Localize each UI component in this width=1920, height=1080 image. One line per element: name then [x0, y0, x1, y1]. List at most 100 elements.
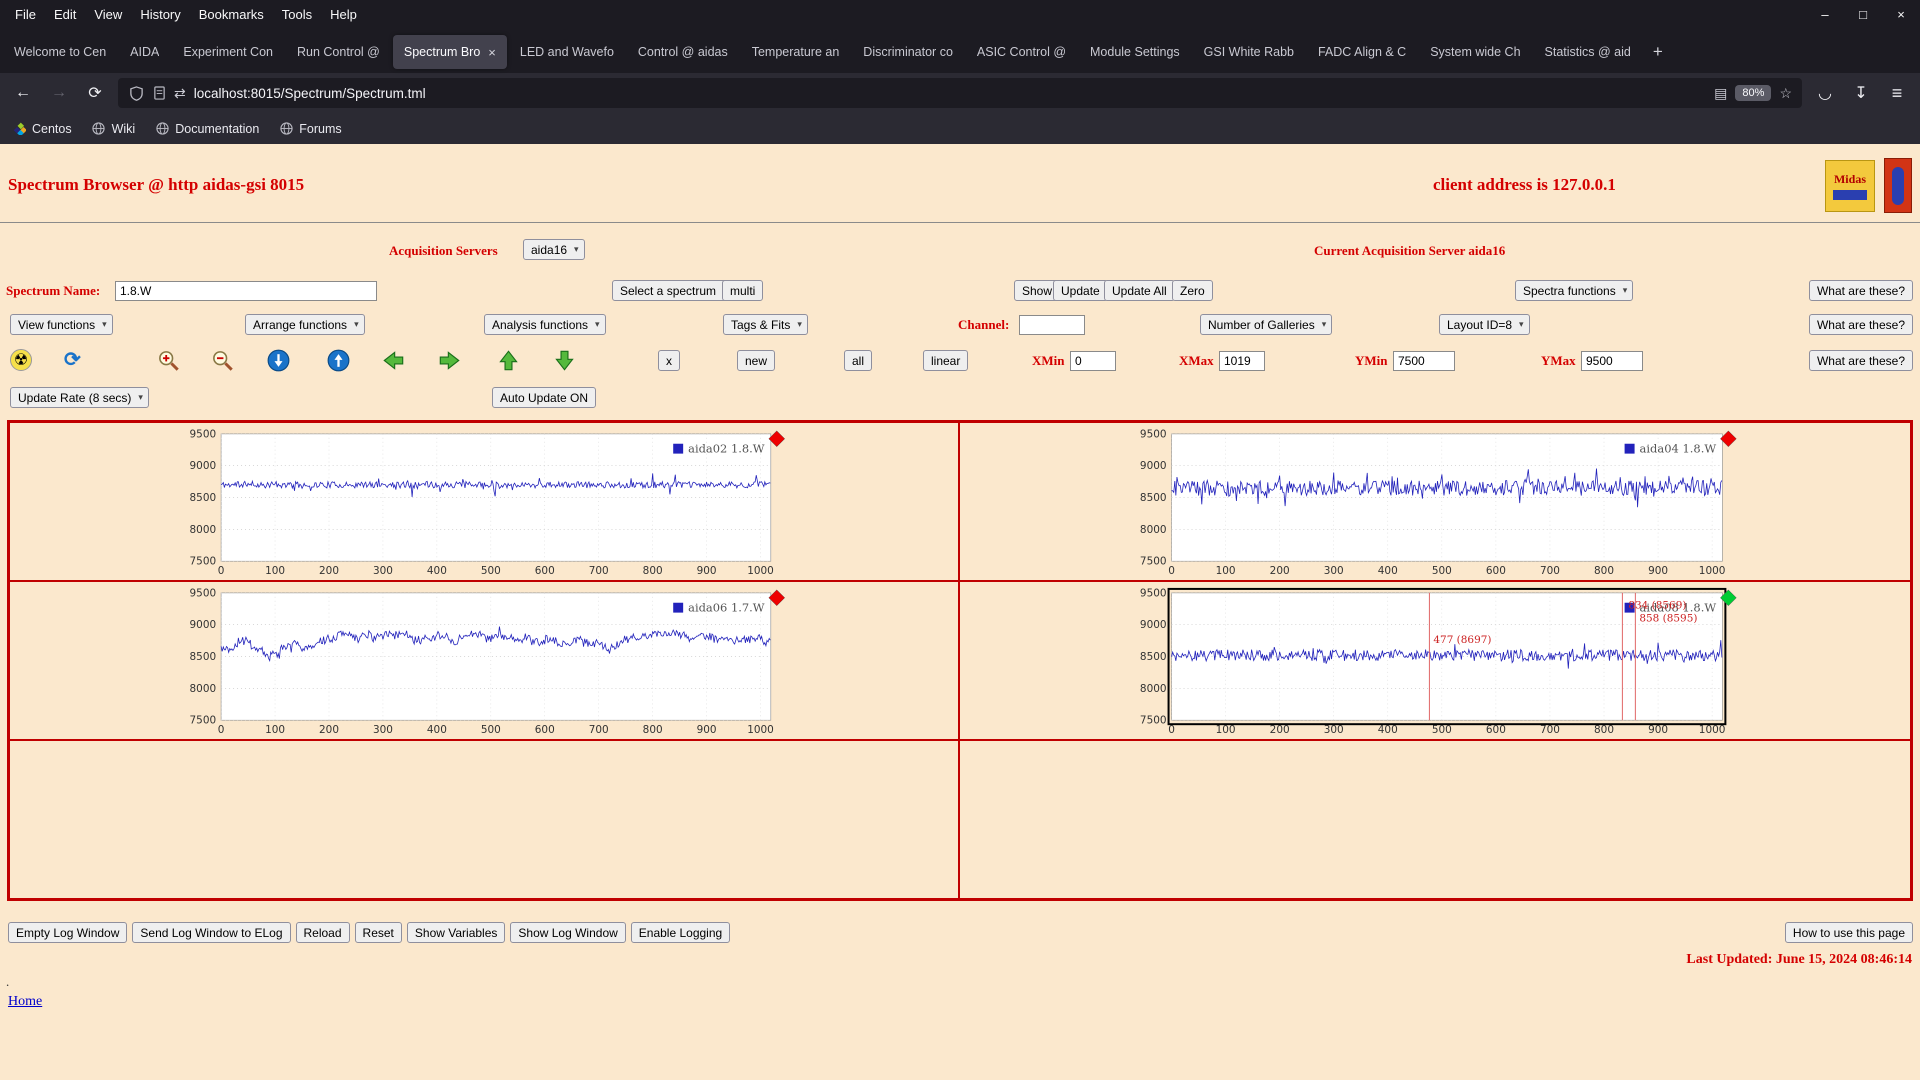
view-functions-dropdown[interactable]: View functions ▾: [10, 314, 113, 335]
menu-view[interactable]: View: [85, 3, 131, 26]
tab-system-wide[interactable]: System wide Ch: [1419, 35, 1531, 69]
linear-button[interactable]: linear: [923, 350, 968, 371]
channel-input[interactable]: [1019, 315, 1085, 335]
url-text[interactable]: localhost:8015/Spectrum/Spectrum.tml: [194, 86, 426, 101]
show-log-window-button[interactable]: Show Log Window: [510, 922, 625, 943]
how-to-use-button[interactable]: How to use this page: [1785, 922, 1913, 943]
gallery-panel-aida08[interactable]: 7500800085009000950001002003004005006007…: [959, 581, 1911, 740]
ymin-input[interactable]: [1393, 351, 1455, 371]
enable-logging-button[interactable]: Enable Logging: [631, 922, 730, 943]
auto-update-button[interactable]: Auto Update ON: [492, 387, 596, 408]
acquisition-server-select[interactable]: aida16 ▾: [523, 239, 585, 260]
what-are-these-button-2[interactable]: What are these?: [1809, 314, 1913, 335]
tracking-protection-shield-icon[interactable]: [128, 85, 144, 101]
expand-y-icon[interactable]: [266, 348, 290, 372]
tab-gsi-white-rabbit[interactable]: GSI White Rabb: [1193, 35, 1305, 69]
empty-log-window-button[interactable]: Empty Log Window: [8, 922, 127, 943]
minimize-icon[interactable]: –: [1806, 7, 1844, 22]
multi-button[interactable]: multi: [722, 280, 763, 301]
pan-right-arrow-icon[interactable]: [437, 348, 461, 372]
menu-history[interactable]: History: [131, 3, 189, 26]
reset-button[interactable]: Reset: [355, 922, 402, 943]
bookmark-centos[interactable]: Centos: [12, 122, 72, 136]
tab-aida[interactable]: AIDA: [119, 35, 170, 69]
analysis-functions-dropdown[interactable]: Analysis functions ▾: [484, 314, 606, 335]
all-button[interactable]: all: [844, 350, 872, 371]
radiation-icon[interactable]: ☢: [10, 349, 32, 371]
update-button[interactable]: Update: [1053, 280, 1108, 301]
x-button[interactable]: x: [658, 350, 680, 371]
url-bar[interactable]: ⇄ localhost:8015/Spectrum/Spectrum.tml ▤…: [118, 78, 1802, 108]
spectra-functions-dropdown[interactable]: Spectra functions ▾: [1515, 280, 1633, 301]
gallery-panel-aida02[interactable]: 7500800085009000950001002003004005006007…: [9, 422, 959, 581]
update-rate-dropdown[interactable]: Update Rate (8 secs) ▾: [10, 387, 149, 408]
new-tab-button[interactable]: +: [1643, 37, 1673, 67]
maximize-icon[interactable]: □: [1844, 7, 1882, 22]
downloads-icon[interactable]: ↧: [1848, 83, 1874, 103]
tab-asic-control[interactable]: ASIC Control @: [966, 35, 1077, 69]
tab-run-control[interactable]: Run Control @: [286, 35, 391, 69]
tab-statistics[interactable]: Statistics @ aid: [1534, 35, 1642, 69]
spectrum-browser-page: Spectrum Browser @ http aidas-gsi 8015 c…: [0, 144, 1920, 1080]
tab-fadc-align[interactable]: FADC Align & C: [1307, 35, 1417, 69]
menu-bookmarks[interactable]: Bookmarks: [190, 3, 273, 26]
pan-down-arrow-icon[interactable]: [552, 348, 576, 372]
update-all-button[interactable]: Update All: [1104, 280, 1175, 301]
refresh-cycle-icon[interactable]: ⟳: [64, 347, 81, 372]
tab-module-settings[interactable]: Module Settings: [1079, 35, 1191, 69]
show-variables-button[interactable]: Show Variables: [407, 922, 506, 943]
new-button[interactable]: new: [737, 350, 775, 371]
number-of-galleries-dropdown[interactable]: Number of Galleries ▾: [1200, 314, 1332, 335]
home-link[interactable]: Home: [8, 994, 42, 1010]
ymax-input[interactable]: [1581, 351, 1643, 371]
zoom-out-icon[interactable]: [210, 348, 234, 372]
forward-button[interactable]: →: [46, 84, 72, 102]
menu-help[interactable]: Help: [321, 3, 366, 26]
tags-fits-dropdown[interactable]: Tags & Fits ▾: [723, 314, 808, 335]
tab-led-waveform[interactable]: LED and Wavefo: [509, 35, 625, 69]
arrange-functions-dropdown[interactable]: Arrange functions ▾: [245, 314, 365, 335]
gallery-panel-empty-1[interactable]: [9, 740, 959, 899]
bookmark-star-icon[interactable]: ☆: [1779, 85, 1792, 102]
zoom-level-badge[interactable]: 80%: [1735, 85, 1771, 101]
zero-button[interactable]: Zero: [1172, 280, 1213, 301]
bookmark-forums[interactable]: Forums: [279, 122, 341, 136]
zoom-in-icon[interactable]: [156, 348, 180, 372]
pan-left-arrow-icon[interactable]: [381, 348, 405, 372]
compress-y-icon[interactable]: [326, 348, 350, 372]
menu-file[interactable]: File: [6, 3, 45, 26]
reload-page-button[interactable]: Reload: [296, 922, 350, 943]
reload-button[interactable]: ⟳: [82, 83, 108, 103]
tab-discriminator[interactable]: Discriminator co: [852, 35, 964, 69]
gallery-panel-empty-2[interactable]: [959, 740, 1911, 899]
tab-experiment-control[interactable]: Experiment Con: [172, 35, 284, 69]
pan-up-arrow-icon[interactable]: [496, 348, 520, 372]
close-icon[interactable]: ×: [1882, 7, 1920, 22]
permissions-icon[interactable]: ⇄: [174, 85, 186, 102]
gallery-panel-aida06[interactable]: 7500800085009000950001002003004005006007…: [9, 581, 959, 740]
pocket-icon[interactable]: ◡: [1812, 83, 1838, 103]
menu-tools[interactable]: Tools: [273, 3, 321, 26]
bookmark-wiki[interactable]: Wiki: [92, 122, 136, 136]
tab-control-aidas[interactable]: Control @ aidas: [627, 35, 739, 69]
page-info-icon[interactable]: [152, 85, 166, 101]
menu-edit[interactable]: Edit: [45, 3, 85, 26]
xmin-input[interactable]: [1070, 351, 1116, 371]
tab-temperature[interactable]: Temperature an: [741, 35, 851, 69]
back-button[interactable]: ←: [10, 84, 36, 102]
what-are-these-button-1[interactable]: What are these?: [1809, 280, 1913, 301]
reader-mode-icon[interactable]: ▤: [1714, 85, 1727, 102]
tab-close-icon[interactable]: ×: [486, 45, 496, 60]
xmax-input[interactable]: [1219, 351, 1265, 371]
layout-id-dropdown[interactable]: Layout ID=8 ▾: [1439, 314, 1530, 335]
what-are-these-button-3[interactable]: What are these?: [1809, 350, 1913, 371]
bookmark-documentation[interactable]: Documentation: [155, 122, 259, 136]
hamburger-menu-icon[interactable]: ≡: [1884, 83, 1910, 104]
tab-spectrum-browser[interactable]: Spectrum Bro ×: [393, 35, 507, 69]
send-log-to-elog-button[interactable]: Send Log Window to ELog: [132, 922, 290, 943]
select-spectrum-dropdown[interactable]: Select a spectrum ▾: [612, 280, 734, 301]
spectrum-name-input[interactable]: [115, 281, 377, 301]
svg-text:858 (8595): 858 (8595): [1639, 613, 1697, 625]
tab-welcome-centos[interactable]: Welcome to Cen: [3, 35, 117, 69]
gallery-panel-aida04[interactable]: 7500800085009000950001002003004005006007…: [959, 422, 1911, 581]
